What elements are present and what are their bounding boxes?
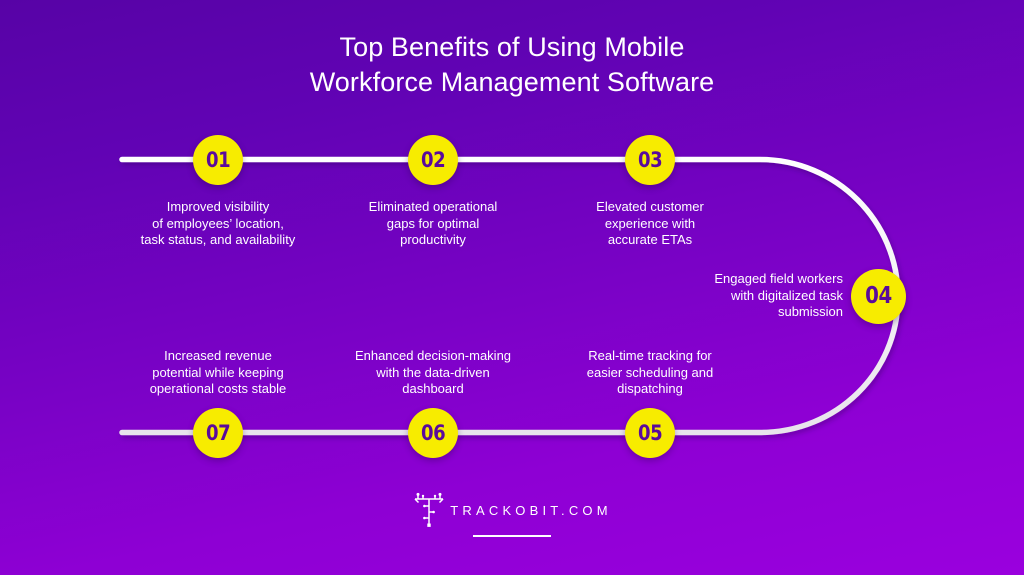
step-caption-05: Real-time tracking for easier scheduling… bbox=[586, 348, 714, 396]
brand-name: TRACKOBIT.COM bbox=[450, 502, 612, 518]
step-circle-06[interactable]: 06 bbox=[408, 408, 458, 458]
page-title-line-2: Workforce Management Software bbox=[309, 67, 715, 97]
page-title: Top Benefits of Using Mobile Workforce M… bbox=[0, 30, 1024, 100]
step-circle-03[interactable]: 03 bbox=[625, 135, 675, 185]
step-circle-05[interactable]: 05 bbox=[625, 408, 675, 458]
step-number-04: 04 bbox=[865, 283, 892, 309]
step-number-07: 07 bbox=[205, 420, 231, 445]
step-circle-01[interactable]: 01 bbox=[193, 135, 243, 185]
footer-logo: TRACKOBIT.COM bbox=[0, 492, 1024, 537]
step-circle-02[interactable]: 02 bbox=[408, 135, 458, 185]
infographic-canvas: Top Benefits of Using Mobile Workforce M… bbox=[0, 0, 1024, 575]
step-number-02: 02 bbox=[420, 147, 446, 172]
step-number-05: 05 bbox=[637, 420, 663, 445]
step-caption-07: Increased revenue potential while keepin… bbox=[149, 348, 287, 396]
step-caption-02: Eliminated operational gaps for optimal … bbox=[368, 199, 498, 247]
step-caption-04: Engaged field workers with digitalized t… bbox=[714, 271, 843, 319]
logo-row: TRACKOBIT.COM bbox=[412, 492, 612, 528]
step-caption-01: Improved visibility of employees’ locati… bbox=[140, 199, 296, 247]
step-number-01: 01 bbox=[205, 147, 231, 172]
page-title-line-1: Top Benefits of Using Mobile bbox=[339, 32, 685, 62]
step-caption-06: Enhanced decision-making with the data-d… bbox=[354, 348, 512, 396]
step-number-03: 03 bbox=[637, 147, 663, 172]
step-number-06: 06 bbox=[420, 420, 446, 445]
step-circle-07[interactable]: 07 bbox=[193, 408, 243, 458]
step-caption-03: Elevated customer experience with accura… bbox=[596, 199, 704, 247]
trackobit-t-monogram-icon bbox=[414, 492, 444, 527]
logo-underline bbox=[473, 535, 551, 537]
step-circle-04[interactable]: 04 bbox=[851, 269, 906, 324]
